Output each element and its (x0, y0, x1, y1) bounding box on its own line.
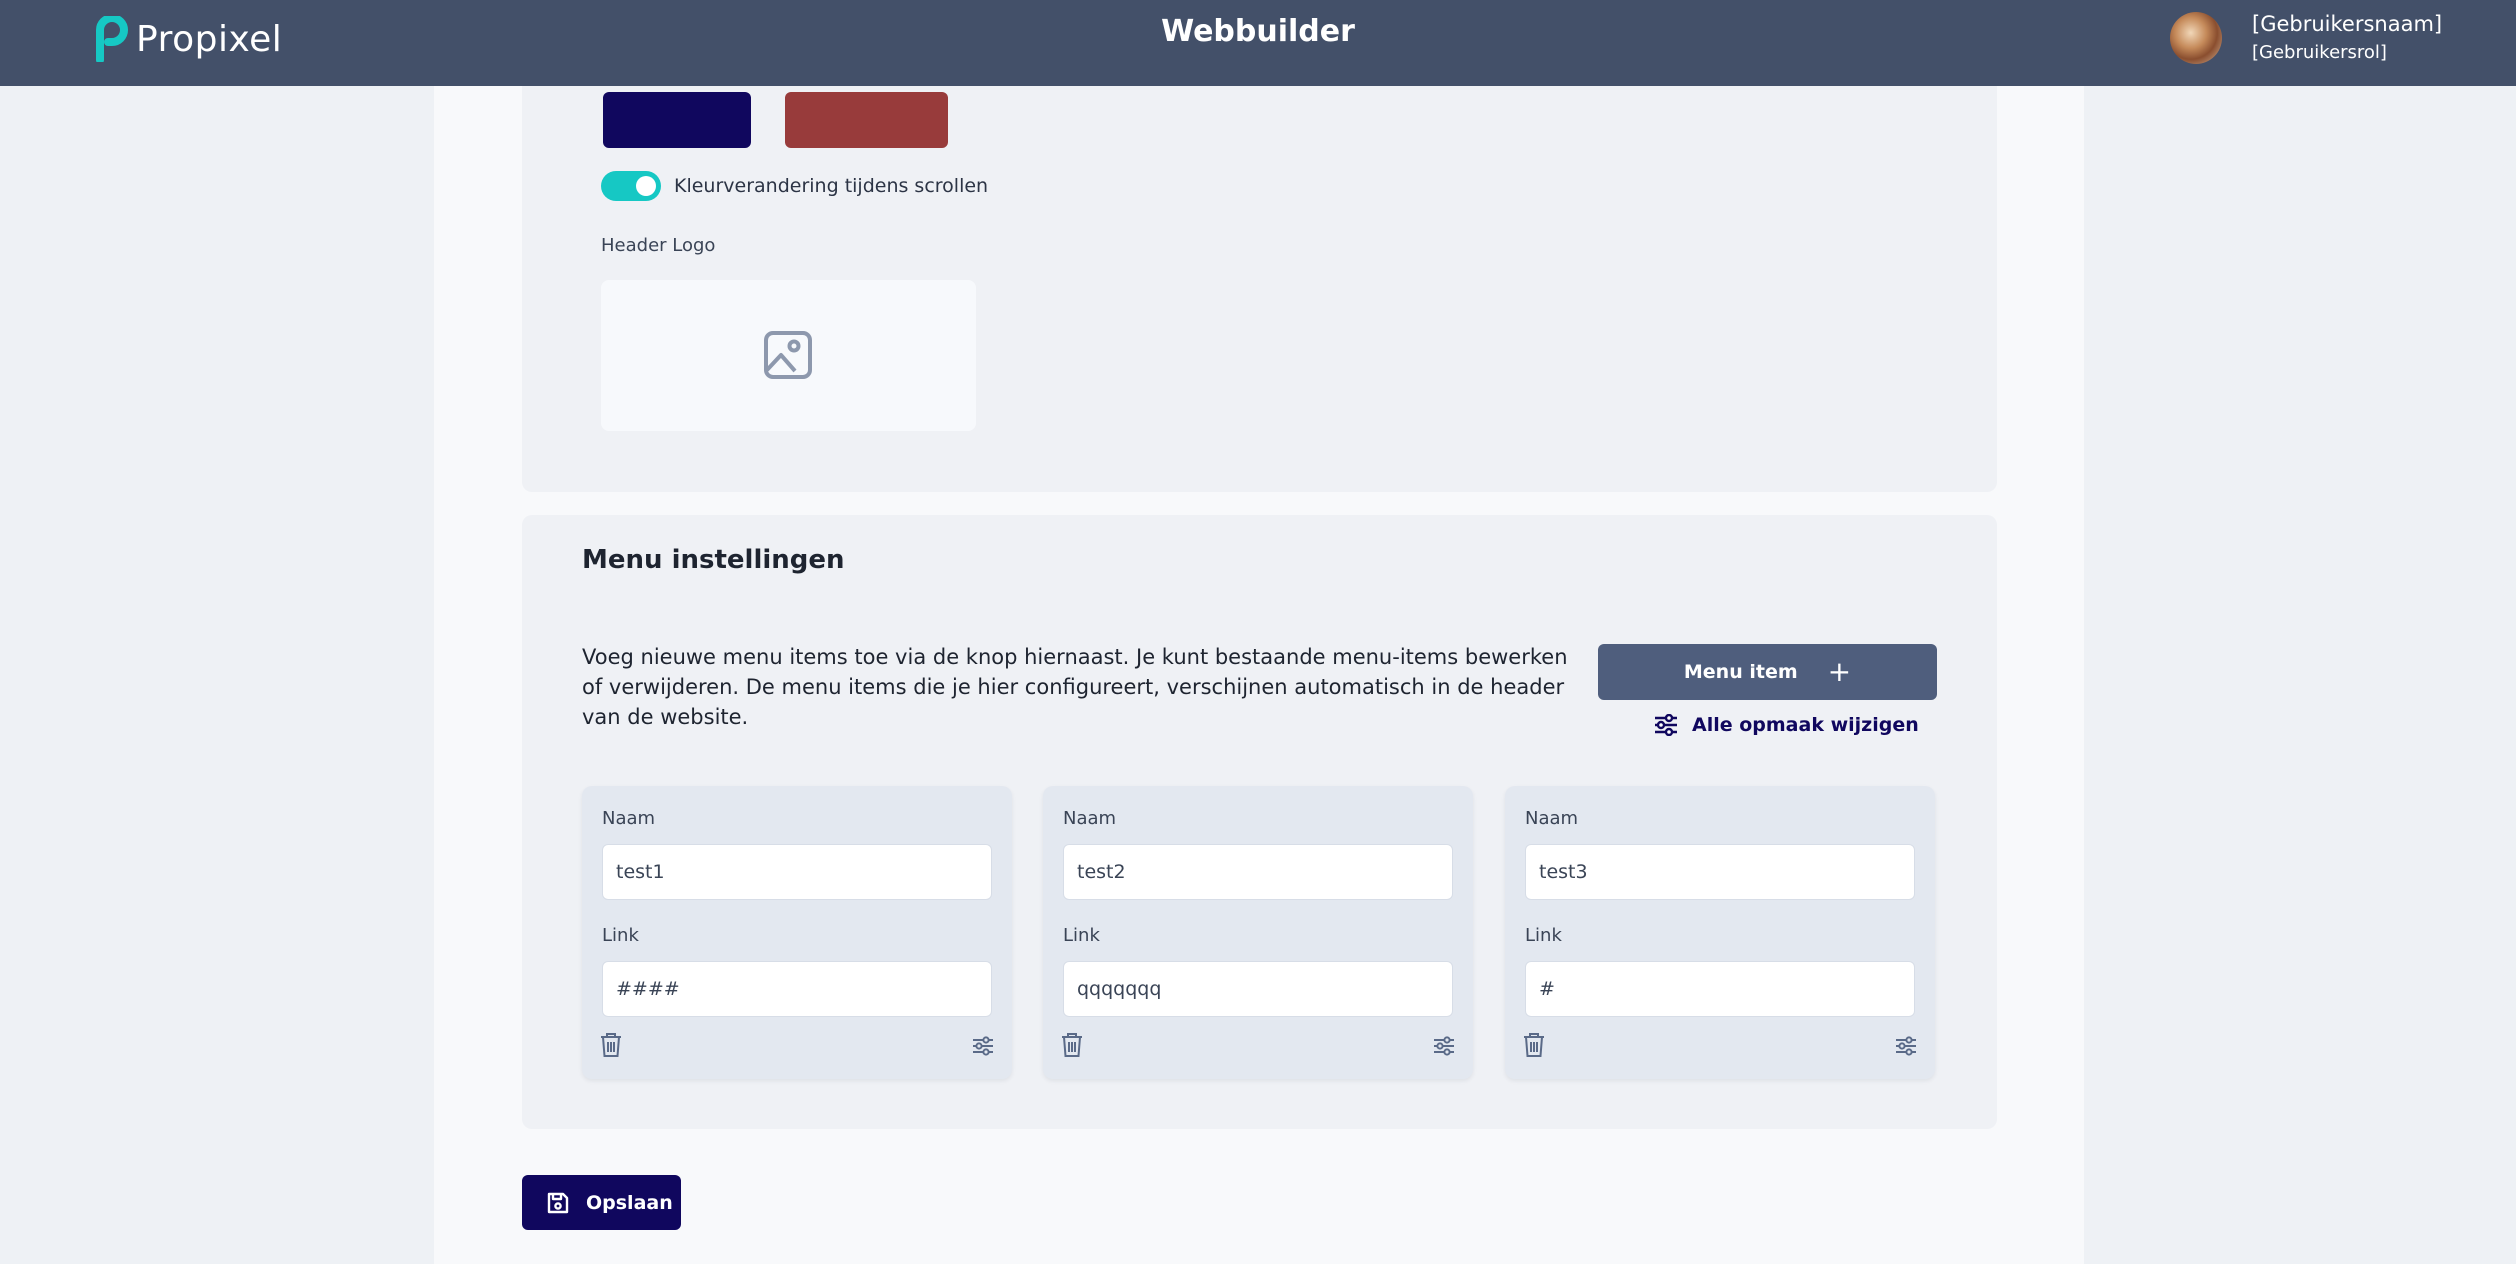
menu-settings-description: Voeg nieuwe menu items toe via de knop h… (582, 645, 1568, 729)
secondary-color-swatch[interactable] (785, 92, 948, 148)
edit-all-styles-link[interactable]: Alle opmaak wijzigen (1654, 714, 1919, 736)
sliders-icon[interactable] (1895, 1036, 1917, 1056)
trash-icon[interactable] (1523, 1032, 1545, 1058)
trash-icon[interactable] (600, 1032, 622, 1058)
plus-icon: + (1827, 655, 1852, 688)
add-menu-item-button[interactable]: Menu item + (1598, 644, 1937, 700)
link-label: Link (1063, 925, 1100, 946)
header-logo-label: Header Logo (601, 235, 716, 256)
save-button[interactable]: Opslaan (522, 1175, 681, 1230)
sliders-icon[interactable] (972, 1036, 994, 1056)
menu-item-name-input[interactable] (1063, 844, 1453, 900)
menu-item-link-input[interactable] (1525, 961, 1915, 1017)
primary-color-swatch[interactable] (603, 92, 751, 148)
edit-all-styles-label: Alle opmaak wijzigen (1692, 714, 1919, 736)
toggle-knob (636, 176, 656, 196)
menu-item-card: Naam Link (1043, 786, 1473, 1079)
scroll-color-toggle[interactable] (601, 171, 661, 201)
sliders-icon[interactable] (1433, 1036, 1455, 1056)
menu-item-name-input[interactable] (602, 844, 992, 900)
save-icon (547, 1192, 569, 1213)
menu-item-link-input[interactable] (602, 961, 992, 1017)
menu-item-card: Naam Link (1505, 786, 1935, 1079)
add-menu-item-label: Menu item (1683, 661, 1798, 683)
trash-icon[interactable] (1061, 1032, 1083, 1058)
link-label: Link (602, 925, 639, 946)
sliders-icon (1655, 714, 1677, 736)
menu-item-name-input[interactable] (1525, 844, 1915, 900)
app-title: Webbuilder (1161, 14, 1355, 49)
menu-item-card: Naam Link (582, 786, 1012, 1079)
image-icon (764, 331, 812, 379)
user-role: [Gebruikersrol] (2252, 42, 2387, 63)
save-button-label: Opslaan (586, 1191, 673, 1214)
name-label: Naam (1525, 808, 1579, 829)
menu-item-link-input[interactable] (1063, 961, 1453, 1017)
link-label: Link (1525, 925, 1562, 946)
user-avatar[interactable] (2170, 12, 2222, 64)
menu-settings-title: Menu instellingen (582, 545, 845, 575)
header-logo-upload[interactable] (601, 280, 976, 431)
name-label: Naam (602, 808, 656, 829)
user-name: [Gebruikersnaam] (2252, 12, 2443, 36)
name-label: Naam (1063, 808, 1117, 829)
scroll-color-toggle-label: Kleurverandering tijdens scrollen (674, 175, 989, 197)
top-bar: Propixel Webbuilder [Gebruikersnaam] [Ge… (0, 0, 2516, 86)
